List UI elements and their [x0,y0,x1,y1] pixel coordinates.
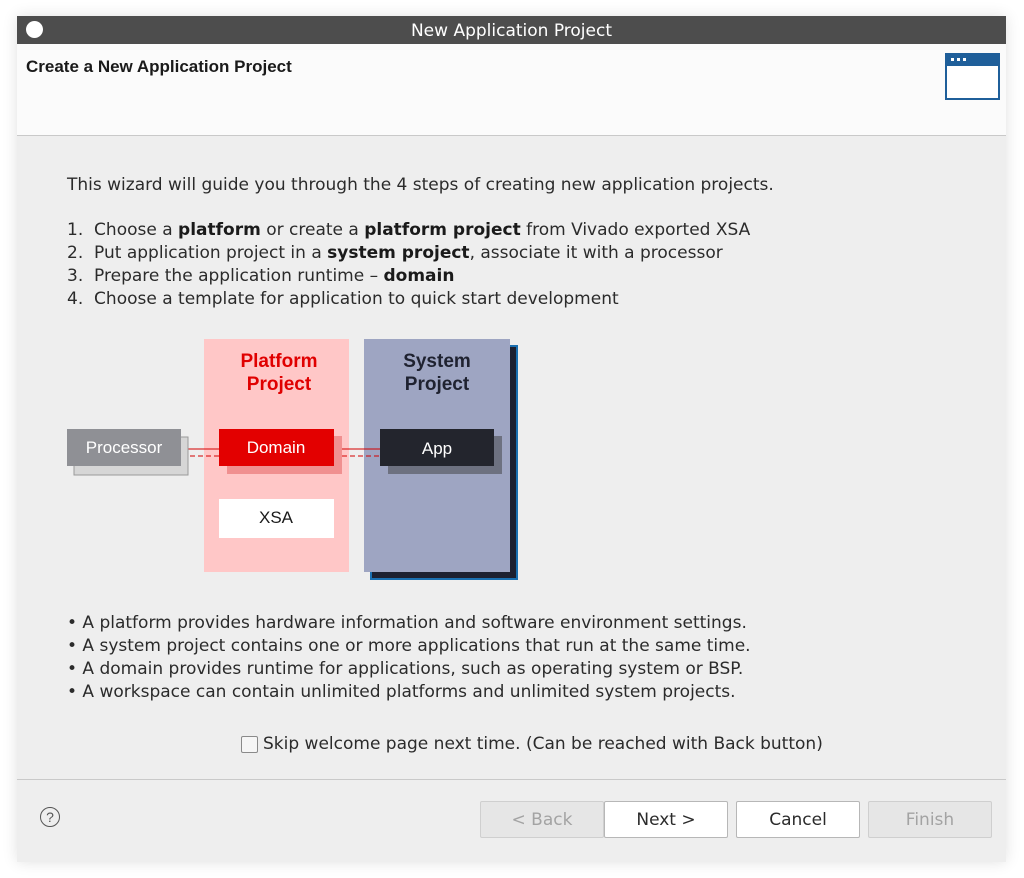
window-menu-button[interactable] [26,21,43,38]
wizard-window-icon [945,53,1000,100]
platform-label-line2: Project [247,374,312,395]
bullet-workspace: • A workspace can contain unlimited plat… [67,682,736,702]
finish-button[interactable]: Finish [868,801,992,838]
bullet-system-project: • A system project contains one or more … [67,636,751,656]
bullet-domain: • A domain provides runtime for applicat… [67,659,744,679]
wizard-banner: Create a New Application Project [17,44,1006,136]
bullet-platform: • A platform provides hardware informati… [67,613,747,633]
page-title: Create a New Application Project [26,57,292,76]
help-icon[interactable]: ? [40,807,60,827]
wizard-dialog: New Application Project Create a New App… [17,16,1006,862]
title-bar: New Application Project [17,16,1006,44]
xsa-label: XSA [259,508,294,527]
next-button[interactable]: Next > [604,801,728,838]
project-diagram: Platform Project System Project Processo… [67,339,518,580]
system-label-line2: Project [405,374,470,395]
skip-welcome-checkbox[interactable] [241,736,258,753]
skip-welcome-label[interactable]: Skip welcome page next time. (Can be rea… [263,734,823,754]
app-label: App [422,439,452,458]
platform-label-line1: Platform [240,351,317,372]
system-label-line1: System [403,351,471,372]
domain-label: Domain [247,438,306,457]
window-title: New Application Project [410,21,613,41]
back-button[interactable]: < Back [480,801,604,838]
button-bar-separator [17,779,1006,780]
processor-label: Processor [86,438,163,457]
cancel-button[interactable]: Cancel [736,801,860,838]
